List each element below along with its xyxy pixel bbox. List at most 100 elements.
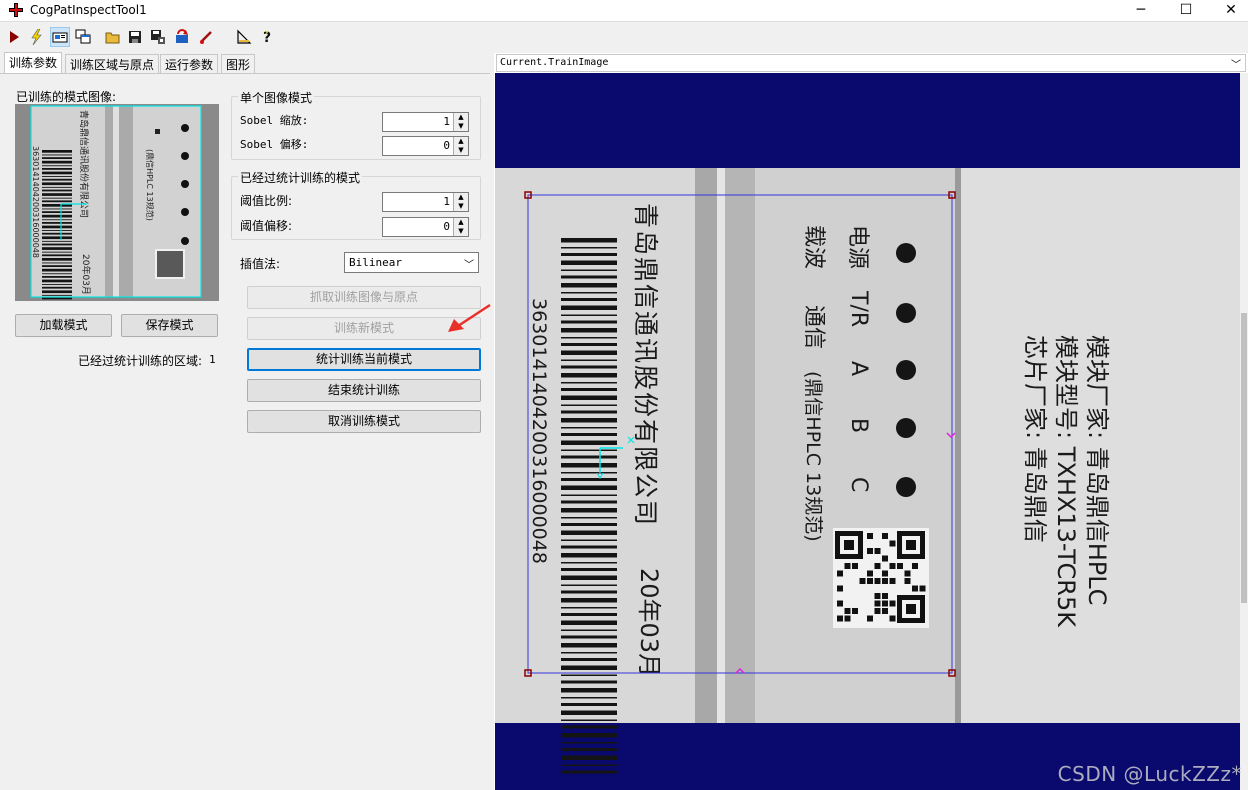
cancel-train-mode-button[interactable]: 取消训练模式	[247, 410, 481, 433]
spin-up-icon[interactable]: ▲	[453, 218, 468, 227]
electric-icon[interactable]	[26, 27, 46, 47]
spin-up-icon[interactable]: ▲	[453, 113, 468, 122]
barcode-bar	[561, 494, 617, 496]
sobel-scale-spinner[interactable]: 1 ▲ ▼	[382, 112, 469, 132]
barcode-bar	[561, 238, 617, 243]
toolbar: ?	[0, 24, 1248, 50]
barcode-bar	[561, 404, 617, 406]
barcode-bar	[561, 373, 617, 378]
qr-module	[882, 600, 888, 607]
stat-trained-pattern-group: 已经过统计训练的模式 阈值比例: 1 ▲ ▼ 阈值偏移: 0 ▲ ▼	[231, 169, 481, 240]
qr-module	[882, 570, 888, 577]
vertical-scrollbar[interactable]	[1240, 73, 1248, 790]
tab-run-params[interactable]: 运行参数	[160, 54, 219, 73]
spin-down-icon[interactable]: ▼	[453, 146, 468, 155]
tab-graphics[interactable]: 图形	[221, 54, 256, 73]
barcode-bar	[561, 433, 617, 436]
threshold-scale-spinner[interactable]: 1 ▲ ▼	[382, 192, 469, 212]
barcode-bar	[42, 171, 72, 175]
barcode-bar	[561, 613, 617, 616]
barcode-bar	[42, 232, 72, 235]
barcode-bar	[42, 157, 72, 159]
save-settings-icon[interactable]	[148, 27, 168, 47]
qr-module	[874, 578, 881, 584]
barcode-bar	[561, 742, 617, 744]
barcode-bar	[561, 298, 617, 301]
spin-down-icon[interactable]: ▼	[453, 227, 468, 236]
carrier-text: 载波	[801, 225, 826, 269]
barcode-bar	[561, 517, 617, 519]
interpolation-value: Bilinear	[349, 256, 402, 269]
save-pattern-button[interactable]: 保存模式	[121, 314, 218, 337]
stat-regions-value: 1	[209, 353, 216, 366]
qr-module	[904, 570, 911, 577]
open-folder-icon[interactable]	[103, 27, 123, 47]
stat-train-current-button[interactable]: 统计训练当前模式	[247, 348, 481, 371]
minimize-button[interactable]: ─	[1118, 0, 1164, 22]
led-a-icon	[896, 360, 916, 380]
local-graphics-icon[interactable]	[234, 27, 254, 47]
spin-up-icon[interactable]: ▲	[453, 193, 468, 202]
module-maker-text: 模块厂家: 青岛鼎信HPLC	[1083, 335, 1111, 605]
interpolation-label: 插值法:	[240, 257, 281, 271]
close-button[interactable]: ✕	[1208, 0, 1248, 22]
single-image-mode-title: 单个图像模式	[238, 89, 315, 106]
qr-module	[874, 548, 881, 554]
scrollbar-thumb[interactable]	[1241, 313, 1247, 603]
title-bar: CogPatInspectTool1 ─ ☐ ✕	[0, 0, 1248, 22]
qr-module	[882, 593, 888, 599]
save-icon[interactable]	[125, 27, 145, 47]
show-display-icon[interactable]	[50, 27, 70, 47]
barcode-bar	[561, 665, 617, 670]
barcode-bar	[561, 472, 617, 474]
load-pattern-button[interactable]: 加载模式	[15, 314, 112, 337]
qr-module	[852, 608, 858, 614]
qr-module	[844, 608, 851, 614]
barcode-bar	[42, 279, 72, 283]
barcode-bar	[42, 168, 72, 170]
interpolation-select[interactable]: Bilinear ﹀	[344, 252, 479, 273]
barcode-bar	[561, 764, 617, 766]
sobel-offset-spinner[interactable]: 0 ▲ ▼	[382, 136, 469, 156]
train-params-panel: 已训练的模式图像: 青岛鼎信通讯股份有限公司 36301414042003160…	[0, 73, 491, 790]
qr-module	[882, 533, 888, 539]
barcode-bar	[561, 710, 617, 715]
barcode-bar	[42, 219, 72, 221]
spin-down-icon[interactable]: ▼	[453, 122, 468, 131]
spin-up-icon[interactable]: ▲	[453, 137, 468, 146]
barcode-bar	[561, 314, 617, 316]
maximize-button[interactable]: ☐	[1163, 0, 1209, 22]
tab-train-region-origin[interactable]: 训练区域与原点	[65, 54, 160, 73]
image-source-select[interactable]: Current.TrainImage ﹀	[496, 54, 1246, 72]
barcode-bar	[42, 214, 72, 218]
barcode-bar	[42, 240, 72, 242]
barcode-bar	[42, 284, 72, 285]
barcode-bar	[561, 359, 617, 361]
help-icon[interactable]: ?	[257, 27, 277, 47]
tab-train-params[interactable]: 训练参数	[4, 52, 63, 74]
run-icon[interactable]	[4, 27, 24, 47]
spin-down-icon[interactable]: ▼	[453, 202, 468, 211]
barcode-bar	[42, 225, 72, 229]
qr-module	[874, 600, 881, 607]
train-image-canvas[interactable]: 青岛鼎信通讯股份有限公司 3630141404200316000048 20年0…	[495, 73, 1240, 790]
module-model-text: 模块型号: TXHX13-TCR5K	[1052, 335, 1080, 628]
qr-module	[897, 563, 903, 569]
qr-module	[889, 540, 896, 547]
c-text: C	[846, 477, 871, 492]
barcode-bar	[561, 275, 617, 279]
barcode-bar	[561, 755, 617, 760]
barcode-bar	[42, 290, 72, 294]
edit-icon[interactable]	[196, 27, 216, 47]
barcode-bar	[42, 211, 72, 213]
led-b-icon	[896, 418, 916, 438]
barcode-bar	[561, 418, 617, 423]
barcode-bar	[561, 629, 617, 631]
threshold-offset-spinner[interactable]: 0 ▲ ▼	[382, 217, 469, 237]
barcode-bar	[561, 478, 617, 481]
floating-window-icon[interactable]	[73, 27, 93, 47]
barcode-bar	[42, 150, 72, 153]
barcode-bar	[561, 320, 617, 324]
reset-icon[interactable]	[172, 27, 192, 47]
end-stat-train-button[interactable]: 结束统计训练	[247, 379, 481, 402]
